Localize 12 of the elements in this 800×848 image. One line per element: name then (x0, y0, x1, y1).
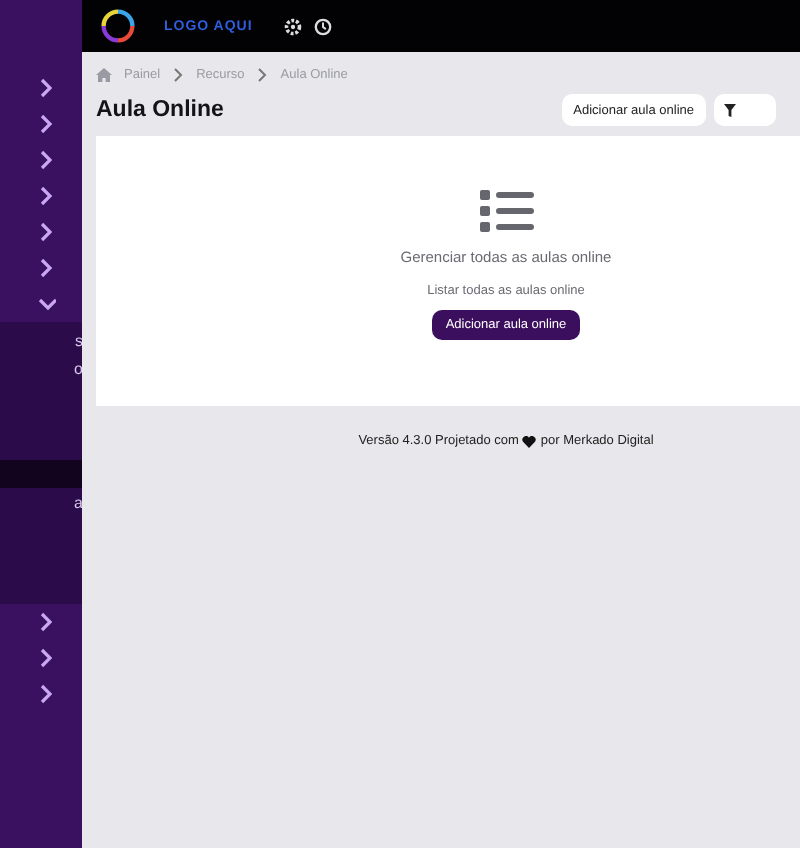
submenu-item[interactable]: s (0, 326, 82, 354)
chevron-right-icon (256, 67, 269, 81)
filter-icon (724, 103, 736, 117)
list-icon (479, 190, 533, 232)
settings-icon[interactable] (284, 17, 303, 35)
submenu-item[interactable]: o (0, 354, 82, 382)
heart-icon (522, 435, 537, 447)
filter-button[interactable] (714, 94, 776, 126)
page-title: Aula Online (96, 98, 224, 122)
chevron-right-icon (172, 67, 185, 81)
ring-logo-icon (100, 8, 136, 44)
clock-icon[interactable] (314, 17, 333, 35)
